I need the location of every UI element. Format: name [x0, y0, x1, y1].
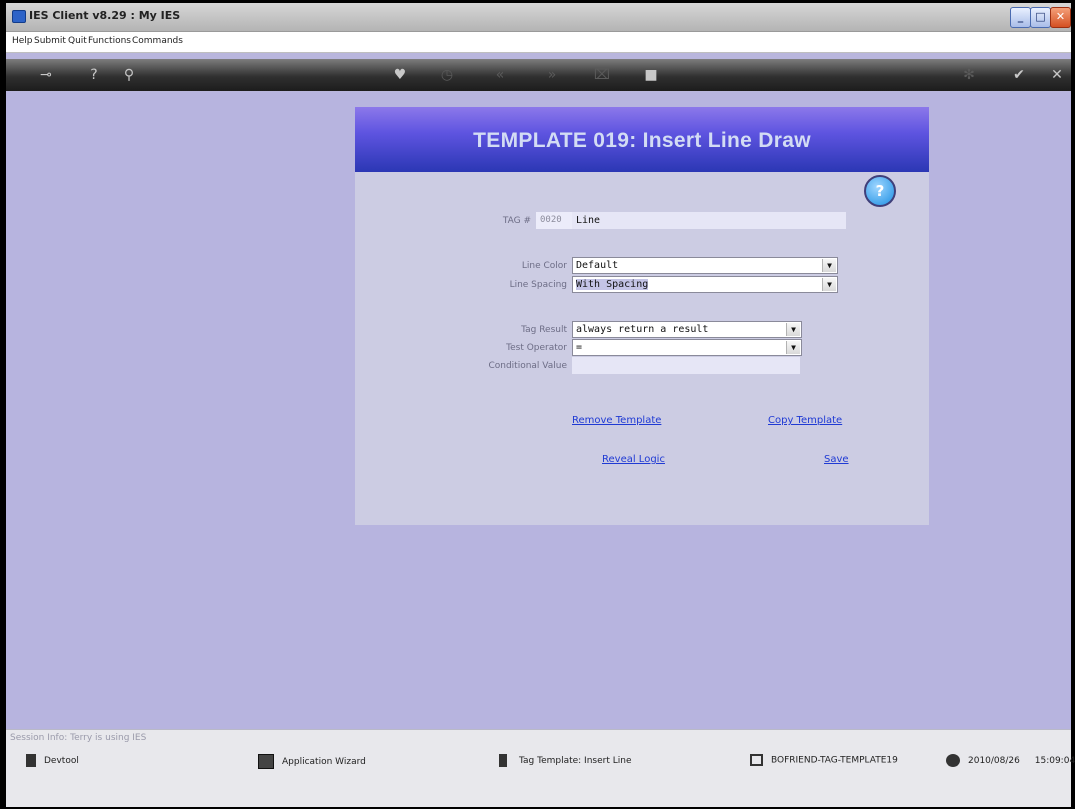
help-icon[interactable]: ?: [864, 175, 896, 207]
remove-template-link[interactable]: Remove Template: [572, 415, 661, 426]
tag-name-input[interactable]: Line: [572, 212, 846, 229]
check-icon[interactable]: ✔: [1008, 65, 1030, 85]
save-link[interactable]: Save: [824, 454, 849, 465]
panel-header: TEMPLATE 019: Insert Line Draw: [355, 107, 929, 172]
test-operator-value: =: [576, 342, 583, 353]
session-info: Session Info: Terry is using IES: [10, 733, 147, 743]
key-icon[interactable]: ⊸: [28, 65, 64, 85]
trash-icon[interactable]: ⌧: [591, 65, 613, 85]
tag-number: 0020: [536, 212, 574, 229]
reveal-logic-link[interactable]: Reveal Logic: [602, 454, 665, 465]
workspace: TEMPLATE 019: Insert Line Draw ? TAG # 0…: [6, 92, 1071, 729]
chevron-down-icon[interactable]: ▼: [786, 323, 800, 336]
chevron-down-icon[interactable]: ▼: [786, 341, 800, 354]
close-icon[interactable]: ✕: [1050, 7, 1071, 28]
tag-result-label: Tag Result: [521, 325, 567, 335]
tag-result-value: always return a result: [576, 324, 709, 335]
date-value: 2010/08/26: [968, 756, 1020, 766]
clock-icon: [946, 754, 960, 767]
search-icon[interactable]: ⚲: [118, 65, 140, 85]
maximize-icon[interactable]: □: [1030, 7, 1051, 28]
app-window: IES Client v8.29 : My IES _ □ ✕ Help Sub…: [6, 3, 1075, 807]
copy-template-link[interactable]: Copy Template: [768, 415, 842, 426]
menu-quit[interactable]: Quit: [68, 36, 87, 46]
datetime-item: 2010/08/26 15:09:04: [946, 754, 1075, 767]
template-icon: [750, 754, 763, 766]
line-spacing-select[interactable]: With Spacing ▼: [572, 276, 838, 293]
heart-icon[interactable]: ♥: [389, 65, 411, 85]
menu-submit[interactable]: Submit: [34, 36, 66, 46]
panel-title: TEMPLATE 019: Insert Line Draw: [473, 129, 811, 152]
time-value: 15:09:04: [1034, 756, 1075, 766]
menu-commands[interactable]: Commands: [132, 36, 183, 46]
toolbar: ⊸ ? ⚲ ♥ ◷ « » ⌧ ■ ✻ ✔ ✕: [6, 59, 1071, 91]
application-wizard-item[interactable]: Application Wizard: [258, 754, 366, 769]
tag-result-select[interactable]: always return a result ▼: [572, 321, 802, 338]
conditional-value-label: Conditional Value: [488, 361, 567, 371]
test-operator-select[interactable]: = ▼: [572, 339, 802, 356]
minimize-icon[interactable]: _: [1010, 7, 1031, 28]
help-icon[interactable]: ?: [83, 65, 105, 85]
status-bar: Session Info: Terry is using IES Devtool…: [6, 729, 1075, 807]
tag-template-label: Tag Template: Insert Line: [519, 756, 632, 766]
line-spacing-value: With Spacing: [576, 279, 649, 290]
gear-icon[interactable]: ✻: [958, 65, 980, 85]
template-code: BOFRIEND-TAG-TEMPLATE19: [771, 755, 898, 766]
back-icon[interactable]: «: [489, 65, 511, 85]
clock-icon[interactable]: ◷: [436, 65, 458, 85]
line-color-label: Line Color: [521, 261, 567, 271]
tag-label: TAG #: [502, 216, 531, 226]
line-color-select[interactable]: Default ▼: [572, 257, 838, 274]
tag-icon: [499, 754, 511, 767]
close-icon[interactable]: ✕: [1046, 65, 1068, 85]
tag-template-item[interactable]: Tag Template: Insert Line: [499, 754, 632, 767]
menu-bar: Help Submit Quit Functions Commands: [6, 32, 1071, 53]
template-code-item[interactable]: BOFRIEND-TAG-TEMPLATE19: [750, 754, 898, 766]
line-color-value: Default: [576, 260, 619, 271]
conditional-value-input[interactable]: [572, 357, 800, 374]
test-operator-label: Test Operator: [506, 343, 567, 353]
window-title: IES Client v8.29 : My IES: [29, 9, 181, 22]
stop-icon[interactable]: ■: [640, 65, 662, 85]
forward-icon[interactable]: »: [541, 65, 563, 85]
devtool-icon: [26, 754, 36, 767]
menu-functions[interactable]: Functions: [88, 36, 131, 46]
line-spacing-label: Line Spacing: [509, 280, 567, 290]
wizard-label: Application Wizard: [282, 757, 366, 767]
template-panel: TEMPLATE 019: Insert Line Draw ? TAG # 0…: [355, 107, 929, 525]
devtool-label: Devtool: [44, 756, 79, 766]
devtool-item[interactable]: Devtool: [26, 754, 79, 767]
title-bar: IES Client v8.29 : My IES _ □ ✕: [6, 3, 1071, 32]
ies-logo-icon: [12, 10, 26, 23]
chevron-down-icon[interactable]: ▼: [822, 278, 836, 291]
wizard-icon: [258, 754, 274, 769]
menu-help[interactable]: Help: [12, 36, 33, 46]
chevron-down-icon[interactable]: ▼: [822, 259, 836, 272]
